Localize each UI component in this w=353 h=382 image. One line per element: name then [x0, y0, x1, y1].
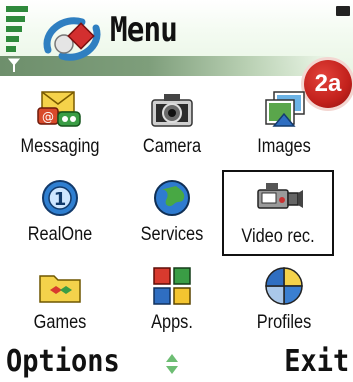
globe-icon: [154, 180, 190, 216]
menu-item-label: Messaging: [20, 136, 100, 157]
scroll-indicator-icon: [166, 354, 178, 374]
menu-item-messaging[interactable]: @ Messaging: [10, 84, 110, 166]
images-icon: [265, 91, 305, 127]
menu-item-games[interactable]: Games: [10, 260, 110, 342]
menu-item-services[interactable]: Services: [122, 172, 222, 254]
menu-item-profiles[interactable]: Profiles: [234, 260, 334, 342]
messaging-icon: @: [37, 91, 81, 127]
camera-icon: [151, 94, 193, 127]
status-header: Menu: [0, 0, 353, 76]
realone-icon: 1: [42, 180, 78, 216]
exit-softkey[interactable]: Exit: [284, 344, 349, 379]
menu-item-label: RealOne: [27, 224, 93, 245]
svg-text:1: 1: [54, 189, 67, 210]
menu-item-images[interactable]: Images: [234, 84, 334, 166]
menu-item-label: Apps.: [151, 312, 193, 333]
menu-item-label: Images: [257, 136, 311, 157]
menu-item-label: Games: [33, 312, 87, 333]
video-camera-icon: [257, 183, 303, 209]
menu-item-label: Camera: [142, 136, 202, 157]
menu-item-apps[interactable]: Apps.: [122, 260, 222, 342]
menu-logo-icon: [43, 17, 101, 61]
signal-strength-icon: [6, 6, 28, 60]
phone-screen: Menu 2a @ Messaging Camera Images 1 Real…: [0, 0, 353, 382]
options-softkey[interactable]: Options: [6, 344, 120, 379]
menu-item-label: Profiles: [256, 312, 312, 333]
menu-item-realone[interactable]: 1 RealOne: [10, 172, 110, 254]
softkey-bar: Options Exit: [0, 344, 353, 382]
battery-icon: [336, 6, 350, 16]
menu-item-video-rec[interactable]: Video rec.: [222, 170, 334, 256]
page-title: Menu: [110, 10, 178, 50]
games-folder-icon: [39, 275, 81, 303]
menu-item-label: Services: [140, 224, 204, 245]
profiles-icon: [265, 267, 303, 305]
menu-item-camera[interactable]: Camera: [122, 84, 222, 166]
antenna-icon: [8, 58, 20, 72]
menu-item-label: Video rec.: [241, 226, 315, 247]
svg-text:@: @: [42, 110, 54, 124]
apps-icon: [153, 267, 191, 305]
menu-grid: @ Messaging Camera Images 1 RealOne Serv…: [0, 84, 353, 346]
